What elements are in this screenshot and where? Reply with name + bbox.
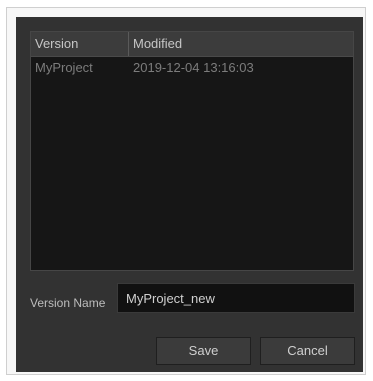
column-header-version[interactable]: Version [31,32,129,56]
version-name-label: Version Name [30,296,106,310]
save-version-dialog: Version Modified MyProject 2019-12-04 13… [16,17,363,372]
table-row[interactable]: MyProject 2019-12-04 13:16:03 [31,57,353,79]
table-header: Version Modified [31,32,353,57]
version-name-input[interactable] [117,283,355,313]
cell-modified: 2019-12-04 13:16:03 [133,60,254,75]
save-button[interactable]: Save [156,337,251,365]
column-header-modified[interactable]: Modified [129,32,353,56]
cancel-button[interactable]: Cancel [260,337,355,365]
cell-version: MyProject [35,60,93,75]
versions-table[interactable]: Version Modified MyProject 2019-12-04 13… [30,31,354,271]
